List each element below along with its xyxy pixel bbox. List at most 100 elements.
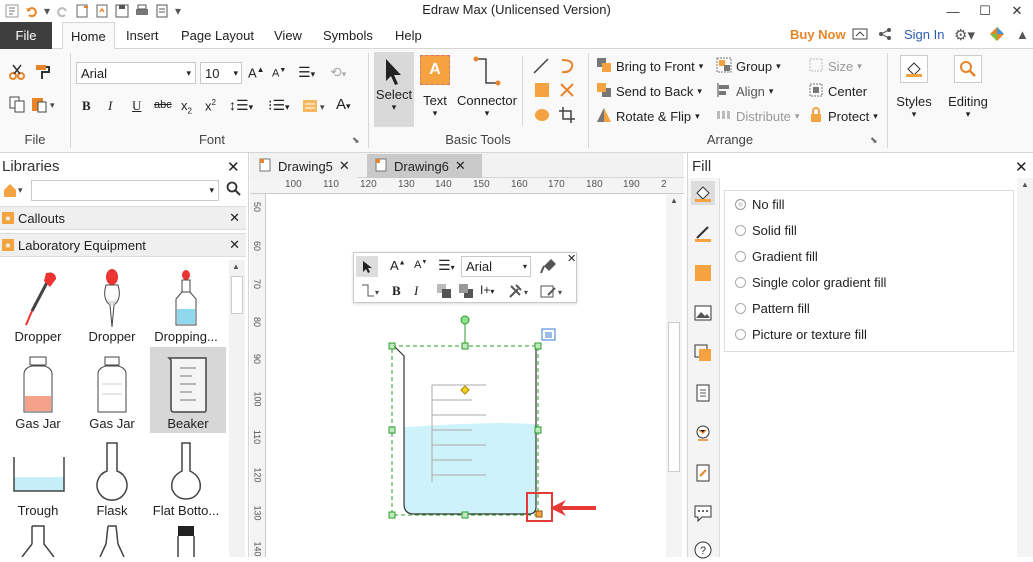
globe-icon[interactable]: [691, 421, 715, 445]
copy-icon[interactable]: [8, 95, 26, 116]
page-icon[interactable]: [691, 381, 715, 405]
radio-picture-texture-fill[interactable]: Picture or texture fill: [735, 323, 867, 345]
tab-help[interactable]: Help: [391, 22, 426, 49]
crop-tool-icon[interactable]: [558, 106, 576, 127]
line-tool-icon[interactable]: [532, 57, 550, 78]
scrollbar-thumb[interactable]: [231, 276, 243, 314]
library-search-input[interactable]: ▾: [31, 180, 219, 201]
group-button[interactable]: Group ▾: [716, 55, 781, 77]
resize-handle[interactable]: [388, 511, 396, 519]
send-to-back-button[interactable]: Send to Back ▾: [596, 80, 702, 102]
fill-panel-scrollbar[interactable]: ▲: [1017, 178, 1033, 557]
library-shape-partial[interactable]: [166, 524, 206, 560]
library-shape-gas-jar[interactable]: Gas Jar: [0, 347, 76, 433]
strikethrough-icon[interactable]: abc: [154, 99, 172, 111]
buy-now-link[interactable]: Buy Now: [790, 27, 846, 42]
font-color-icon[interactable]: A▾: [336, 96, 351, 113]
bullets-icon[interactable]: ⁝☰▾: [268, 97, 290, 114]
resize-handle[interactable]: [534, 342, 542, 350]
bold-icon[interactable]: B: [392, 283, 401, 299]
font-size-select[interactable]: 10 ▾: [200, 62, 242, 84]
library-shape-beaker[interactable]: Beaker: [150, 347, 226, 433]
library-shape-partial[interactable]: [92, 524, 132, 560]
comment-icon[interactable]: [691, 501, 715, 525]
close-icon[interactable]: ✕: [339, 158, 350, 174]
dropdown-icon[interactable]: ▾: [42, 2, 52, 20]
search-icon[interactable]: [226, 181, 242, 200]
highlight-icon[interactable]: ▾: [302, 97, 330, 118]
shadow-icon[interactable]: [691, 261, 715, 285]
close-icon[interactable]: ✕: [1015, 158, 1028, 176]
scroll-up-icon[interactable]: ▲: [232, 262, 240, 271]
apps-icon[interactable]: [989, 26, 1005, 45]
resize-handle-corner[interactable]: [535, 510, 543, 518]
library-scrollbar[interactable]: ▲: [229, 260, 245, 557]
align-text-icon[interactable]: ☰▾: [298, 64, 315, 81]
bold-icon[interactable]: B: [82, 98, 91, 114]
rotate-flip-button[interactable]: Rotate & Flip ▾: [596, 105, 700, 127]
bring-to-front-button[interactable]: Bring to Front ▾: [596, 55, 703, 77]
scroll-up-icon[interactable]: ▲: [670, 196, 678, 205]
pointer-icon[interactable]: [356, 256, 378, 277]
document-edit-icon[interactable]: [691, 461, 715, 485]
library-shape-flask[interactable]: Flask: [74, 434, 150, 520]
resize-handle[interactable]: [534, 426, 542, 434]
close-icon[interactable]: ✕: [229, 237, 240, 253]
edit-shape-icon[interactable]: ▾: [540, 283, 566, 302]
export-icon[interactable]: [152, 2, 172, 20]
grow-font-icon[interactable]: A▲: [248, 65, 265, 80]
fill-bucket-icon[interactable]: [691, 181, 715, 205]
cut-icon[interactable]: [8, 63, 26, 84]
close-icon[interactable]: ✕: [227, 158, 240, 176]
subscript-icon[interactable]: x2: [181, 98, 192, 116]
text-tool-button[interactable]: A Text ▾: [418, 55, 452, 119]
new-icon[interactable]: [72, 2, 92, 20]
align-text-icon[interactable]: ☰▾: [438, 257, 455, 274]
share-icon[interactable]: [852, 26, 868, 45]
tab-insert[interactable]: Insert: [122, 22, 163, 49]
print-icon[interactable]: [132, 2, 152, 20]
italic-icon[interactable]: I: [108, 98, 112, 114]
help-icon[interactable]: ?: [691, 538, 715, 562]
close-icon[interactable]: ✕: [455, 158, 466, 174]
select-tool-button[interactable]: Select ▾: [374, 52, 414, 127]
text-wrap-icon[interactable]: ⟲▾: [330, 64, 346, 81]
tab-home[interactable]: Home: [62, 22, 115, 50]
dialog-launcher-icon[interactable]: ⬊: [870, 135, 878, 146]
line-spacing-icon[interactable]: ↕☰▾: [229, 97, 253, 114]
connector-tool-button[interactable]: Connector ▾: [455, 55, 519, 119]
distribute-icon[interactable]: I+▾: [480, 283, 494, 297]
distribute-button[interactable]: Distribute ▾: [716, 105, 799, 127]
format-painter-icon[interactable]: [540, 257, 558, 278]
tab-drawing5[interactable]: Drawing5 ✕: [251, 154, 358, 178]
align-button[interactable]: Align ▾: [716, 80, 773, 102]
control-point-handle[interactable]: [460, 385, 470, 395]
rectangle-tool-icon[interactable]: [533, 81, 551, 102]
save-icon[interactable]: [112, 2, 132, 20]
center-button[interactable]: Center: [808, 80, 867, 102]
size-button[interactable]: Size ▾: [808, 55, 862, 77]
minimize-icon[interactable]: —: [937, 0, 969, 22]
send-to-back-icon[interactable]: [458, 283, 474, 302]
ellipse-tool-icon[interactable]: [533, 106, 551, 127]
resize-handle[interactable]: [461, 511, 469, 519]
radio-single-color-gradient-fill[interactable]: Single color gradient fill: [735, 271, 886, 293]
arc-tool-icon[interactable]: [558, 57, 576, 78]
protect-button[interactable]: Protect ▾: [808, 105, 878, 127]
radio-gradient-fill[interactable]: Gradient fill: [735, 245, 818, 267]
tab-page-layout[interactable]: Page Layout: [177, 22, 258, 49]
settings-gear-icon[interactable]: ⚙▾: [954, 26, 975, 44]
library-shape-trough[interactable]: Trough: [0, 434, 76, 520]
close-icon[interactable]: ✕: [229, 210, 240, 226]
library-shape-dropping-bottle[interactable]: Dropping...: [148, 260, 224, 346]
library-shape-dropper[interactable]: Dropper: [0, 260, 76, 346]
sign-in-link[interactable]: Sign In: [904, 27, 944, 42]
styles-button[interactable]: Styles ▾: [894, 55, 934, 120]
library-shape-gas-jar[interactable]: Gas Jar: [74, 347, 150, 433]
canvas-scrollbar[interactable]: ▲: [666, 194, 682, 557]
customize-icon[interactable]: ▾: [172, 2, 184, 20]
tab-view[interactable]: View: [270, 22, 306, 49]
connector-icon[interactable]: ▾: [360, 283, 382, 302]
radio-no-fill[interactable]: No fill: [735, 193, 785, 215]
radio-pattern-fill[interactable]: Pattern fill: [735, 297, 810, 319]
